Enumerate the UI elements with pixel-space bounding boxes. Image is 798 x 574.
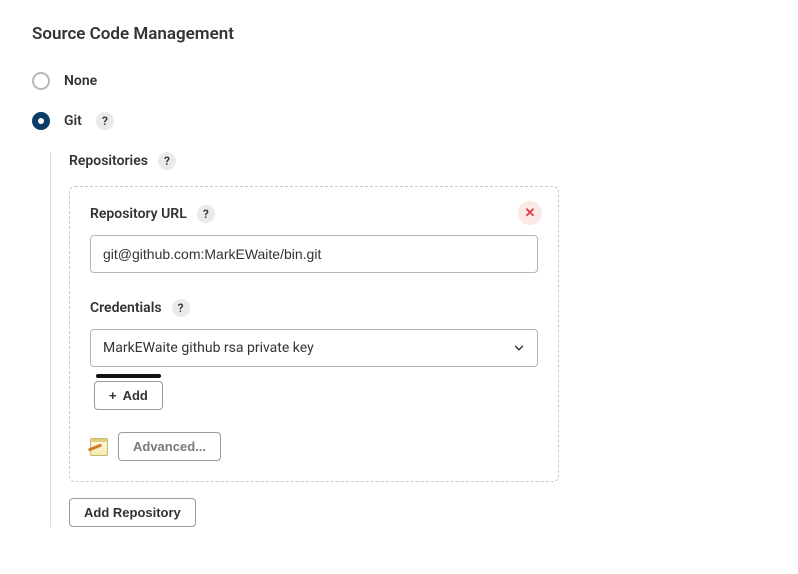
advanced-button[interactable]: Advanced... [118,432,221,461]
repositories-title: Repositories [69,153,148,169]
add-credentials-label: Add [123,388,148,403]
repo-url-label: Repository URL [90,206,187,222]
credentials-select[interactable]: MarkEWaite github rsa private key [90,329,538,367]
radio-git-label: Git [64,113,82,129]
scm-option-git-row[interactable]: Git ? [32,112,766,130]
add-repository-button[interactable]: Add Repository [69,498,196,527]
help-icon[interactable]: ? [96,112,114,130]
notepad-icon [90,438,108,456]
add-credentials-button[interactable]: + Add [94,381,163,410]
credentials-label: Credentials [90,300,162,316]
radio-git[interactable] [32,112,50,130]
radio-none-label: None [64,73,97,89]
close-icon[interactable]: ✕ [518,201,542,225]
help-icon[interactable]: ? [158,152,176,170]
repo-url-input[interactable] [90,235,538,273]
help-icon[interactable]: ? [172,299,190,317]
repository-entry: ✕ Repository URL ? Credentials ? MarkEWa… [69,186,559,482]
scm-option-none-row[interactable]: None [32,72,766,90]
plus-icon: + [109,388,117,403]
credentials-select-wrap[interactable]: MarkEWaite github rsa private key [90,329,538,367]
help-icon[interactable]: ? [197,205,215,223]
git-section: Repositories ? ✕ Repository URL ? Creden… [50,152,766,527]
radio-none[interactable] [32,72,50,90]
page-title: Source Code Management [32,24,766,44]
